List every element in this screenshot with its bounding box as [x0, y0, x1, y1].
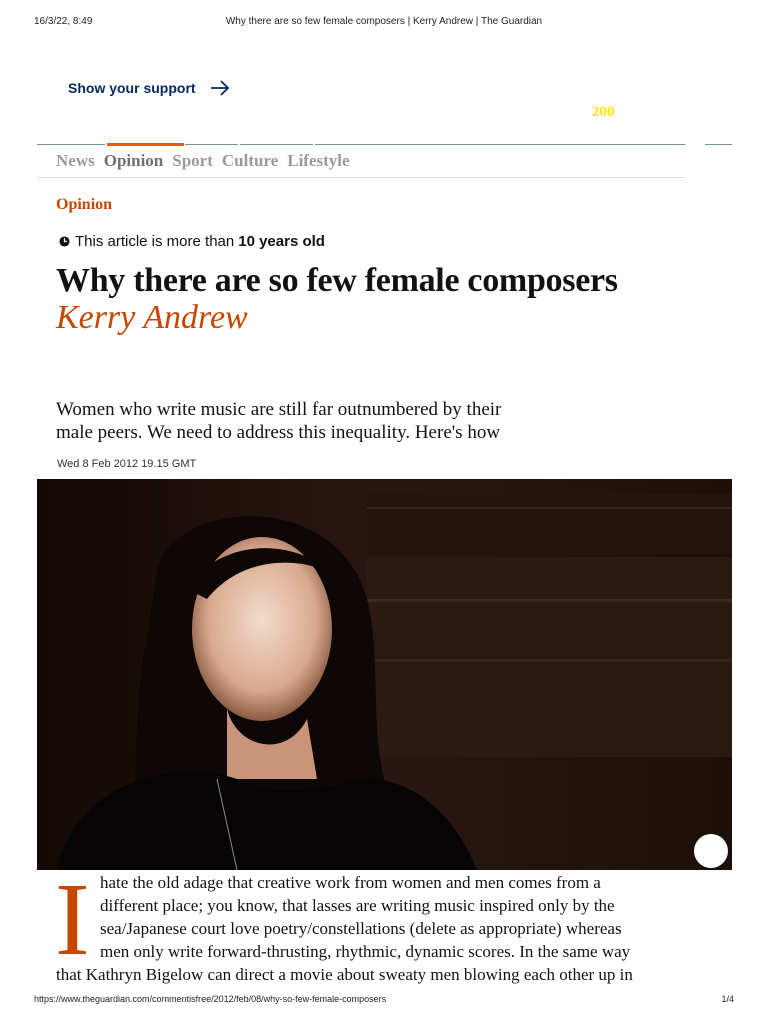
nav-active-indicator: [107, 143, 184, 146]
standfirst-line: Women who write music are still far outn…: [56, 399, 502, 420]
body-text-line: hate the old adage that creative work fr…: [100, 873, 601, 892]
body-text-line: that Kathryn Bigelow can direct a movie …: [56, 965, 633, 984]
nav-item-opinion[interactable]: Opinion: [104, 151, 164, 171]
body-text-line: men only write forward-thrusting, rhythm…: [100, 942, 631, 961]
support-label: Show your support: [68, 80, 196, 96]
headline: Why there are so few female composers: [56, 262, 618, 299]
nav-bottom-border: [37, 177, 685, 178]
print-footer: https://www.theguardian.com/commentisfre…: [0, 994, 768, 1008]
publication-date: Wed 8 Feb 2012 19.15 GMT: [57, 458, 197, 470]
anniversary-badge: 200: [592, 104, 615, 120]
drop-cap: I: [55, 862, 90, 977]
article-main-image: [37, 479, 732, 870]
body-text-line: different place; you know, that lasses a…: [100, 896, 615, 915]
byline-author[interactable]: Kerry Andrew: [56, 298, 248, 338]
section-label[interactable]: Opinion: [56, 196, 112, 214]
arrow-right-icon: [210, 80, 229, 96]
nav-item-lifestyle[interactable]: Lifestyle: [287, 151, 349, 171]
show-your-support-link[interactable]: Show your support: [68, 80, 230, 96]
nav-divider: [315, 144, 685, 145]
nav-divider: [185, 144, 238, 145]
nav-divider: [240, 144, 313, 145]
standfirst: Women who write music are still far outn…: [56, 398, 556, 444]
print-header: 16/3/22, 8:49 Why there are so few femal…: [0, 16, 768, 30]
nav-item-sport[interactable]: Sport: [172, 151, 213, 171]
nav-divider: [705, 144, 732, 145]
enlarge-image-button[interactable]: [694, 834, 728, 868]
print-page-number: 1/4: [721, 994, 734, 1004]
nav-item-culture[interactable]: Culture: [222, 151, 278, 171]
nav-item-news[interactable]: News: [56, 151, 95, 171]
primary-nav: News Opinion Sport Culture Lifestyle: [56, 151, 359, 171]
age-notice-strong: 10 years old: [238, 233, 325, 250]
article-age-notice: This article is more than 10 years old: [59, 233, 325, 250]
age-notice-text: This article is more than: [75, 233, 235, 250]
nav-divider: [37, 144, 105, 145]
standfirst-line: male peers. We need to address this ineq…: [56, 422, 501, 443]
print-url: https://www.theguardian.com/commentisfre…: [34, 994, 387, 1004]
portrait-photo: [37, 479, 732, 870]
body-text-line: sea/Japanese court love poetry/constella…: [100, 919, 622, 938]
print-document-title: Why there are so few female composers | …: [225, 16, 543, 27]
clock-icon: [59, 236, 70, 247]
